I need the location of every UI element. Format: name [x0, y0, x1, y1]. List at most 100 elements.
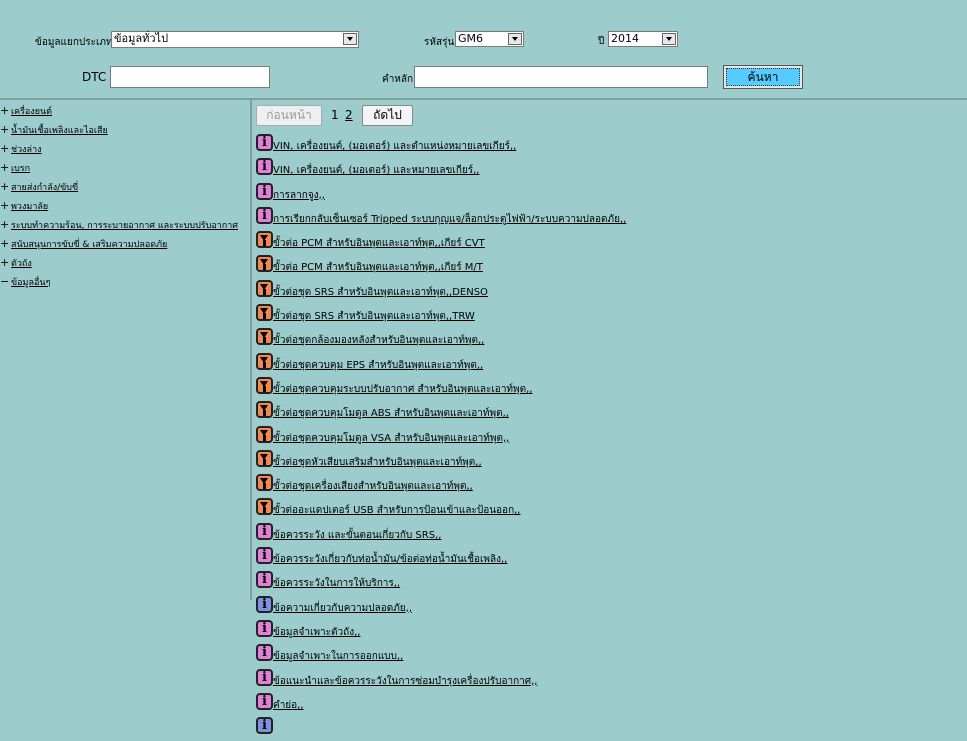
info-icon[interactable] [256, 644, 273, 662]
sidebar-item-label[interactable]: ข้อมูลอื่นๆ [11, 278, 50, 288]
sidebar-item-label[interactable]: เบรก [11, 164, 30, 174]
info-icon[interactable] [256, 571, 273, 589]
document-link[interactable]: ข้อควรระวัง และขั้นตอนเกี่ยวกับ SRS,, [273, 530, 441, 542]
document-link[interactable]: ขั้วต่อชุดควบคุมโมดูล ABS สำหรับอินพุตแล… [273, 408, 509, 420]
document-link[interactable]: ขั้วต่อชุดควบคุมระบบปรับอากาศ สำหรับอินพ… [273, 384, 532, 396]
connector-download-icon[interactable] [256, 231, 273, 249]
connector-download-icon[interactable] [256, 376, 273, 394]
sidebar-item-label[interactable]: สนับสนุนการขับขี่ & เสริมความปลอดภัย [11, 240, 167, 250]
info-icon[interactable] [256, 668, 273, 686]
document-link[interactable]: คำย่อ,, [273, 700, 304, 712]
sidebar-item[interactable]: − ข้อมูลอื่นๆ [0, 275, 248, 294]
info-icon[interactable] [256, 619, 273, 637]
document-link[interactable]: ข้อควรระวังในการให้บริการ,, [273, 578, 400, 590]
dtc-label: DTC [82, 70, 107, 84]
model-label: รหัสรุ่น [424, 37, 455, 48]
sidebar-item[interactable]: + น้ำมันเชื้อเพลิงและไอเสีย [0, 123, 248, 142]
sidebar-item-label[interactable]: พวงมาลัย [11, 202, 48, 212]
info-icon[interactable] [256, 595, 273, 613]
year-select[interactable]: 2014 [608, 31, 678, 47]
sidebar-item[interactable]: + เบรก [0, 161, 248, 180]
sidebar-item[interactable]: + ระบบทำความร้อน, การระบายอากาศ และระบบปร… [0, 218, 248, 237]
model-select[interactable]: GM6 [455, 31, 524, 47]
category-select-value: ข้อมูลทั่วไป [114, 32, 169, 45]
document-link[interactable]: VIN, เครื่องยนต์, (มอเตอร์) และตำแหน่งหม… [273, 141, 516, 153]
connector-download-icon[interactable] [256, 474, 273, 492]
sidebar-item-label[interactable]: น้ำมันเชื้อเพลิงและไอเสีย [11, 126, 108, 136]
sidebar-item-label[interactable]: ช่วงล่าง [11, 145, 42, 155]
model-select-value: GM6 [458, 32, 484, 45]
connector-download-icon[interactable] [256, 279, 273, 297]
document-link[interactable]: ขั้วต่อชุดควบคุมโมดูล VSA สำหรับอินพุตแล… [273, 433, 509, 445]
expand-icon[interactable]: + [0, 237, 11, 250]
collapse-icon[interactable]: − [0, 275, 11, 288]
connector-download-icon[interactable] [256, 498, 273, 516]
year-select-value: 2014 [611, 32, 639, 45]
connector-download-icon[interactable] [256, 401, 273, 419]
document-link[interactable]: ข้อควรระวังเกี่ยวกับท่อน้ำมัน/ข้อต่อท่อน… [273, 554, 507, 566]
sidebar-item-label[interactable]: เครื่องยนต์ [11, 107, 52, 117]
connector-download-icon[interactable] [256, 304, 273, 322]
info-icon[interactable] [256, 206, 273, 224]
document-link[interactable]: ขั้วต่อชุด SRS สำหรับอินพุตและเอาท์พุต,,… [273, 311, 475, 323]
info-icon[interactable] [256, 182, 273, 200]
sidebar-item[interactable]: + สายส่งกำลัง/ขับขี่ [0, 180, 248, 199]
search-button[interactable]: ค้นหา [723, 65, 803, 89]
document-link[interactable]: ขั้วต่อชุดควบคุม EPS สำหรับอินพุตและเอาท… [273, 360, 483, 372]
expand-icon[interactable]: + [0, 142, 11, 155]
page-2-link[interactable]: 2 [345, 108, 353, 122]
sidebar-item-label[interactable]: ตัวถัง [11, 259, 32, 269]
category-select[interactable]: ข้อมูลทั่วไป [111, 31, 359, 48]
expand-icon[interactable]: + [0, 104, 11, 117]
expand-icon[interactable]: + [0, 199, 11, 212]
info-icon[interactable] [256, 717, 273, 735]
sidebar-item[interactable]: + ตัวถัง [0, 256, 248, 275]
info-icon[interactable] [256, 134, 273, 151]
sidebar-item[interactable]: + สนับสนุนการขับขี่ & เสริมความปลอดภัย [0, 237, 248, 256]
document-link[interactable]: ขั้วต่ออะแดปเตอร์ USB สำหรับการป้อนเข้าแ… [273, 505, 520, 517]
document-link[interactable]: ข้อความเกี่ยวกับความปลอดภัย,, [273, 603, 412, 615]
document-link[interactable]: ขั้วต่อชุดหัวเสียบเสริมสำหรับอินพุตและเอ… [273, 457, 482, 469]
chevron-down-icon[interactable] [343, 33, 357, 45]
info-icon[interactable] [256, 158, 273, 176]
info-icon[interactable] [256, 522, 273, 540]
sidebar-item-label[interactable]: สายส่งกำลัง/ขับขี่ [11, 183, 78, 193]
expand-icon[interactable]: + [0, 218, 11, 231]
document-link[interactable]: การลากจูง,, [273, 190, 325, 202]
keyword-input[interactable] [414, 66, 708, 88]
connector-download-icon[interactable] [256, 328, 273, 346]
sidebar-item-label[interactable]: ระบบทำความร้อน, การระบายอากาศ และระบบปรั… [11, 221, 238, 231]
expand-icon[interactable]: + [0, 161, 11, 174]
document-link[interactable]: ขั้วต่อ PCM สำหรับอินพุตและเอาท์พุต,,เกี… [273, 262, 483, 274]
document-link[interactable]: ข้อแนะนำและข้อควรระวังในการซ่อมบำรุงเครื… [273, 676, 537, 688]
category-sidebar: + เครื่องยนต์ + น้ำมันเชื้อเพลิงและไอเสีย + ช… [0, 104, 248, 294]
connector-download-icon[interactable] [256, 425, 273, 443]
document-link[interactable]: ขั้วต่อชุดเครื่องเสียงสำหรับอินพุตและเอา… [273, 481, 473, 493]
sidebar-item[interactable]: + ช่วงล่าง [0, 142, 248, 161]
sidebar-item[interactable]: + พวงมาลัย [0, 199, 248, 218]
connector-download-icon[interactable] [256, 352, 273, 370]
info-icon[interactable] [256, 547, 273, 565]
year-label: ปี [598, 36, 605, 47]
document-link[interactable]: ขั้วต่อชุด SRS สำหรับอินพุตและเอาท์พุต,,… [273, 287, 488, 299]
document-link[interactable]: ข้อมูลจำเพาะตัวถัง,, [273, 627, 360, 639]
sidebar-item[interactable]: + เครื่องยนต์ [0, 104, 248, 123]
chevron-down-icon[interactable] [508, 33, 522, 45]
document-link[interactable]: ขั้วต่อ PCM สำหรับอินพุตและเอาท์พุต,,เกี… [273, 238, 485, 250]
prev-page-button[interactable]: ก่อนหน้า [256, 105, 322, 126]
search-button-label: ค้นหา [726, 68, 800, 86]
connector-download-icon[interactable] [256, 255, 273, 273]
document-link[interactable]: ขั้วต่อชุดกล้องมองหลังสำหรับอินพุตและเอา… [273, 335, 484, 347]
chevron-down-icon[interactable] [662, 33, 676, 45]
dtc-input[interactable] [110, 66, 270, 88]
document-link[interactable]: VIN, เครื่องยนต์, (มอเตอร์) และหมายเลขเก… [273, 165, 479, 177]
info-icon[interactable] [256, 692, 273, 710]
sidebar-divider [250, 100, 252, 600]
document-link[interactable]: ข้อมูลจำเพาะในการออกแบบ,, [273, 651, 403, 663]
expand-icon[interactable]: + [0, 256, 11, 269]
next-page-button[interactable]: ถัดไป [362, 105, 413, 126]
document-link[interactable]: การเรียกกลับเซ็นเซอร์ Tripped ระบบกุญแจ/… [273, 214, 626, 226]
expand-icon[interactable]: + [0, 123, 11, 136]
connector-download-icon[interactable] [256, 449, 273, 467]
expand-icon[interactable]: + [0, 180, 11, 193]
